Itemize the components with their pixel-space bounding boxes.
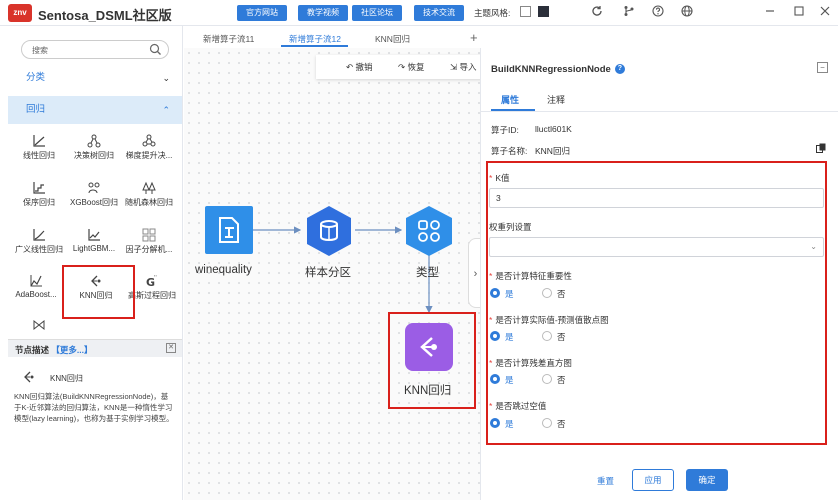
flow-node-label: 样本分区	[305, 267, 351, 279]
database-icon	[307, 206, 351, 256]
residual-histogram-yes-radio[interactable]	[490, 374, 500, 384]
skip-null-label: * 是否跳过空值	[489, 401, 547, 411]
k-value-label: * K值	[489, 173, 510, 183]
flow-node-winequality[interactable]	[205, 206, 253, 256]
skip-null-yes-radio[interactable]	[490, 418, 500, 428]
k-value-input[interactable]: 3	[489, 188, 824, 208]
reset-button[interactable]: 重置	[597, 475, 614, 487]
confirm-button[interactable]: 确定	[686, 469, 728, 491]
chevron-down-icon: ⌄	[810, 242, 817, 251]
tab-divider	[481, 111, 838, 112]
skip-null-no-radio[interactable]	[542, 418, 552, 428]
copy-icon[interactable]	[816, 143, 826, 155]
q1-text: 是否计算特征重要性	[495, 271, 572, 281]
no-label: 否	[557, 332, 566, 342]
properties-title: BuildKNNRegressionNode?	[491, 64, 625, 75]
q4-text: 是否跳过空值	[495, 401, 547, 411]
close-panel-icon[interactable]: −	[817, 62, 828, 73]
operator-id-label: 算子ID:	[491, 125, 519, 135]
feature-importance-no-radio[interactable]	[542, 288, 552, 298]
operator-name-label: 算子名称:	[491, 146, 528, 156]
scatter-plot-yes-radio[interactable]	[490, 331, 500, 341]
yes-label: 是	[505, 332, 514, 342]
scatter-plot-no-radio[interactable]	[542, 331, 552, 341]
flow-node-sample-partition[interactable]	[303, 205, 355, 259]
weight-column-select[interactable]: ⌄	[489, 237, 824, 257]
q2-text: 是否计算实际值-预测值散点图	[495, 315, 609, 325]
data-source-icon	[205, 206, 253, 254]
operator-id-row: 算子ID: lluctl601K	[491, 124, 572, 136]
no-label: 否	[557, 419, 566, 429]
help-icon[interactable]: ?	[614, 64, 625, 75]
feature-importance-yes-radio[interactable]	[490, 288, 500, 298]
operator-name-row: 算子名称: KNN回归	[491, 145, 570, 157]
operator-id-value: lluctl601K	[535, 124, 572, 134]
node-class-name: BuildKNNRegressionNode	[491, 64, 611, 75]
residual-histogram-no-radio[interactable]	[542, 374, 552, 384]
residual-histogram-label: * 是否计算残差直方图	[489, 358, 572, 368]
flow-node-label: 类型	[416, 267, 439, 279]
weight-column-label: 权重列设置	[489, 222, 532, 232]
no-label: 否	[557, 375, 566, 385]
feature-importance-label: * 是否计算特征重要性	[489, 271, 572, 281]
tab-comments[interactable]: 注释	[547, 93, 565, 106]
scatter-plot-label: * 是否计算实际值-预测值散点图	[489, 315, 609, 325]
tab-properties[interactable]: 属性	[501, 93, 519, 106]
k-label-text: K值	[495, 173, 510, 183]
grid-apps-icon	[406, 206, 452, 256]
yes-label: 是	[505, 375, 514, 385]
apply-button[interactable]: 应用	[632, 469, 674, 491]
yes-label: 是	[505, 419, 514, 429]
operator-name-value: KNN回归	[535, 146, 570, 156]
yes-label: 是	[505, 289, 514, 299]
q3-text: 是否计算残差直方图	[495, 358, 572, 368]
flow-node-type[interactable]	[404, 205, 454, 259]
knn-flow-highlight	[388, 312, 476, 409]
flow-node-label: winequality	[195, 264, 252, 276]
no-label: 否	[557, 289, 566, 299]
